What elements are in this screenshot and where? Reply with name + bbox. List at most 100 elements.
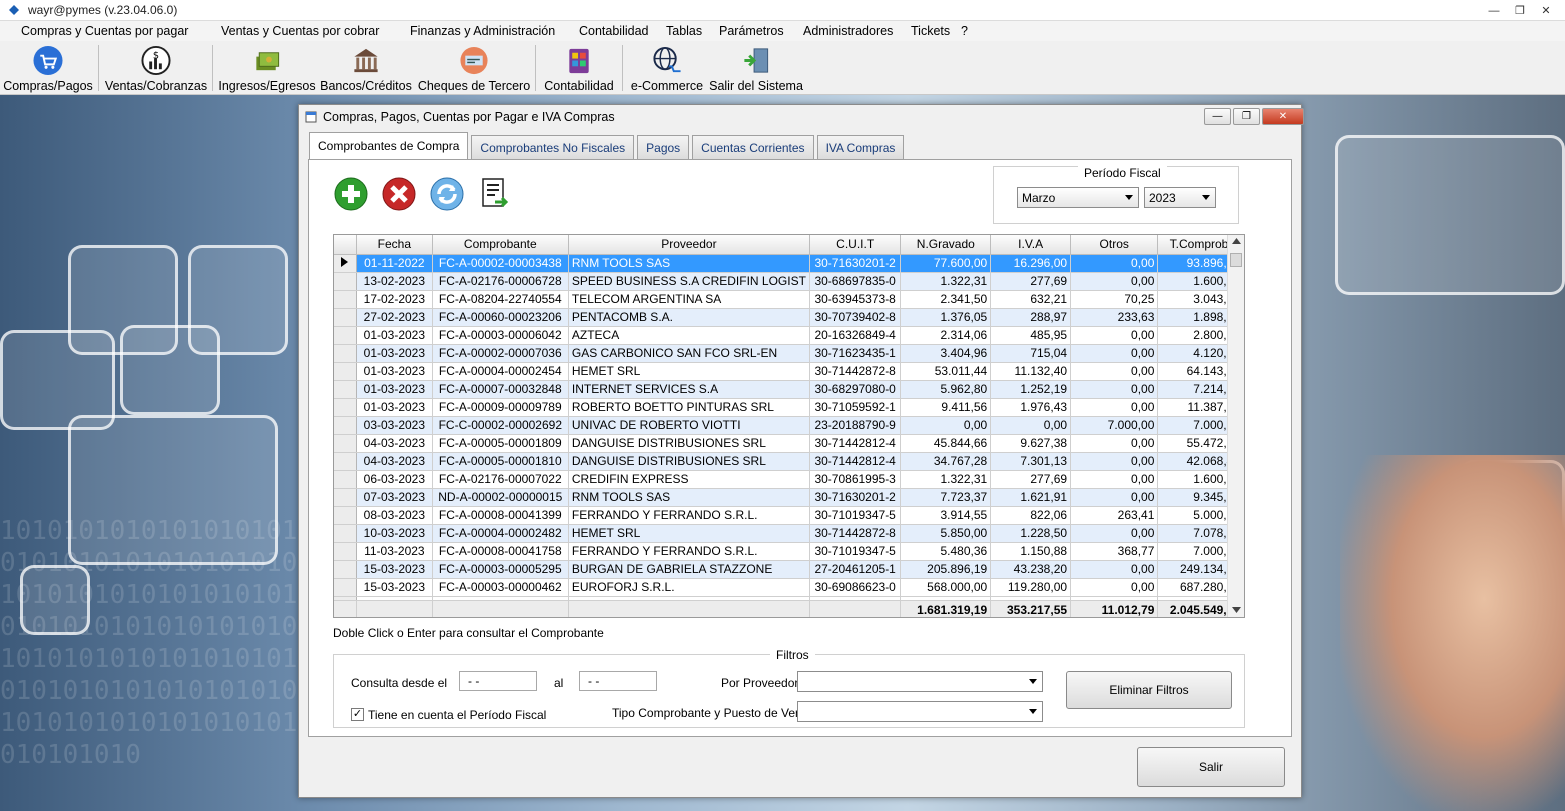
table-cell: 0,00 [1070, 326, 1159, 345]
table-cell: 03-03-2023 [356, 416, 433, 435]
toolbar-bancos-creditos[interactable]: Bancos/Créditos [320, 45, 412, 93]
toolbar-ecommerce[interactable]: e-Commerce [628, 45, 706, 93]
desde-date-input[interactable]: - - [459, 671, 537, 691]
table-row[interactable]: 08-03-2023 FC-A-00008-00041399 FERRANDO Y … [334, 506, 1244, 525]
column-gravado[interactable]: N.Gravado [900, 235, 992, 255]
periodo-fiscal-checkbox[interactable]: ✓ [351, 708, 364, 721]
main-toolbar: Compras/Pagos $ Ventas/Cobranzas Ingreso… [0, 41, 1565, 95]
table-row[interactable]: 04-03-2023 FC-A-00005-00001809 DANGUISE DI… [334, 434, 1244, 453]
table-row[interactable]: 07-03-2023 ND-A-00002-00000015 RNM TOOLS S… [334, 488, 1244, 507]
menu-tickets[interactable]: Tickets [911, 24, 950, 38]
delete-icon[interactable] [381, 176, 417, 212]
menu-administradores[interactable]: Administradores [803, 24, 893, 38]
table-row[interactable]: 01-03-2023 FC-A-00004-00002454 HEMET SRL 30… [334, 362, 1244, 381]
column-otros[interactable]: Otros [1070, 235, 1159, 255]
table-cell: 5.850,00 [900, 524, 992, 543]
table-cell: FERRANDO Y FERRANDO S.R.L. [568, 542, 810, 561]
table-row[interactable]: 06-03-2023 FC-A-02176-00007022 CREDIFIN EX… [334, 470, 1244, 489]
menu-parametros[interactable]: Parámetros [719, 24, 784, 38]
table-cell: 27-20461205-1 [809, 560, 902, 579]
table-row[interactable]: 10-03-2023 FC-A-00004-00002482 HEMET SRL 30… [334, 524, 1244, 543]
table-cell: 45.844,66 [900, 434, 992, 453]
totals-row: 1.681.319,19 353.217,55 11.012,79 2.045.549… [334, 599, 1244, 617]
table-cell: 277,69 [990, 272, 1072, 291]
row-indicator [334, 380, 357, 399]
window-close-button[interactable]: ✕ [1262, 108, 1304, 125]
menu-compras[interactable]: Compras y Cuentas por pagar [21, 24, 188, 38]
table-row[interactable]: 01-03-2023 FC-A-00002-00007036 GAS CARBONI… [334, 344, 1244, 363]
comprobantes-table: Fecha Comprobante Proveedor C.U.I.T N.Gr… [334, 235, 1244, 617]
scrollbar-thumb[interactable] [1230, 253, 1242, 267]
table-cell: 15-03-2023 [356, 560, 433, 579]
table-row[interactable]: 13-02-2023 FC-A-02176-00006728 SPEED BUSIN… [334, 272, 1244, 291]
toolbar-separator [212, 45, 213, 91]
toolbar-contabilidad[interactable]: Contabilidad [541, 45, 617, 93]
menu-finanzas[interactable]: Finanzas y Administración [410, 24, 555, 38]
table-cell: FC-A-02176-00007022 [432, 470, 569, 489]
toolbar-ventas-cobranzas[interactable]: $ Ventas/Cobranzas [105, 45, 207, 93]
comprobantes-grid[interactable]: Fecha Comprobante Proveedor C.U.I.T N.Gr… [333, 234, 1245, 618]
table-row[interactable]: 11-03-2023 FC-A-00008-00041758 FERRANDO Y … [334, 542, 1244, 561]
table-row[interactable]: 27-02-2023 FC-A-00060-00023206 PENTACOMB S… [334, 308, 1244, 327]
anio-select[interactable]: 2023 [1144, 187, 1216, 208]
toolbar-cheques-tercero[interactable]: Cheques de Tercero [418, 45, 530, 93]
app-maximize-button[interactable]: ❐ [1507, 2, 1533, 19]
eliminar-filtros-button[interactable]: Eliminar Filtros [1066, 671, 1232, 709]
table-cell: HEMET SRL [568, 362, 810, 381]
mes-select[interactable]: Marzo [1017, 187, 1139, 208]
menu-help[interactable]: ? [961, 24, 968, 38]
table-row[interactable]: 01-03-2023 FC-A-00003-00006042 AZTECA 20-16… [334, 326, 1244, 345]
column-iva[interactable]: I.V.A [990, 235, 1072, 255]
table-row[interactable]: 01-11-2022 FC-A-00002-00003438 RNM TOOLS S… [334, 254, 1244, 273]
table-row[interactable]: 03-03-2023 FC-C-00002-00002692 UNIVAC DE R… [334, 416, 1244, 435]
table-cell: 01-03-2023 [356, 398, 433, 417]
salir-button[interactable]: Salir [1137, 747, 1285, 787]
table-row[interactable]: 15-03-2023 FC-A-00003-00005295 BURGAN DE G… [334, 560, 1244, 579]
toolbar-compras-pagos[interactable]: Compras/Pagos [3, 45, 93, 93]
table-row[interactable]: 04-03-2023 FC-A-00005-00001810 DANGUISE DI… [334, 452, 1244, 471]
window-restore-button[interactable]: ❐ [1233, 108, 1260, 125]
tab-comprobantes-compra[interactable]: Comprobantes de Compra [309, 132, 469, 159]
row-indicator [334, 326, 357, 345]
column-proveedor[interactable]: Proveedor [568, 235, 810, 255]
scroll-up-icon[interactable] [1232, 238, 1241, 244]
scroll-down-icon[interactable] [1232, 607, 1241, 613]
al-date-input[interactable]: - - [579, 671, 657, 691]
add-icon[interactable] [333, 176, 369, 212]
column-fecha[interactable]: Fecha [356, 235, 433, 255]
table-row[interactable]: 01-03-2023 FC-A-00009-00009789 ROBERTO BOE… [334, 398, 1244, 417]
table-cell: 0,00 [900, 416, 992, 435]
chevron-down-icon [1029, 709, 1037, 714]
table-cell: 30-71019347-5 [809, 506, 902, 525]
table-cell: 119.280,00 [990, 578, 1072, 597]
compras-window: Compras, Pagos, Cuentas por Pagar e IVA … [298, 104, 1304, 798]
table-cell: 0,00 [1070, 272, 1159, 291]
menu-tablas[interactable]: Tablas [666, 24, 702, 38]
row-indicator [334, 452, 357, 471]
table-row[interactable]: 15-03-2023 FC-A-00003-00000462 EUROFORJ S.… [334, 578, 1244, 597]
column-comprobante[interactable]: Comprobante [432, 235, 569, 255]
table-row[interactable]: 01-03-2023 FC-A-00007-00032848 INTERNET SE… [334, 380, 1244, 399]
tab-cuentas-corrientes[interactable]: Cuentas Corrientes [692, 135, 814, 159]
tab-iva-compras[interactable]: IVA Compras [816, 135, 905, 159]
proveedor-select[interactable] [797, 671, 1043, 692]
tipo-comprobante-select[interactable] [797, 701, 1043, 722]
toolbar-salir-sistema[interactable]: Salir del Sistema [709, 45, 803, 93]
table-cell: 277,69 [990, 470, 1072, 489]
table-cell: 288,97 [990, 308, 1072, 327]
app-close-button[interactable]: ✕ [1533, 2, 1559, 19]
grid-vertical-scrollbar[interactable] [1227, 235, 1244, 617]
table-cell: 0,00 [1070, 380, 1159, 399]
column-cuit[interactable]: C.U.I.T [809, 235, 902, 255]
export-icon[interactable] [477, 176, 513, 212]
toolbar-ingresos-egresos[interactable]: Ingresos/Egresos [218, 45, 316, 93]
menu-ventas[interactable]: Ventas y Cuentas por cobrar [221, 24, 379, 38]
tab-pagos[interactable]: Pagos [637, 135, 690, 159]
table-row[interactable]: 17-02-2023 FC-A-08204-22740554 TELECOM ARG… [334, 290, 1244, 309]
desde-label: Consulta desde el [351, 676, 448, 690]
refresh-icon[interactable] [429, 176, 465, 212]
tab-comprobantes-no-fiscales[interactable]: Comprobantes No Fiscales [471, 135, 635, 159]
menu-contabilidad[interactable]: Contabilidad [579, 24, 649, 38]
app-minimize-button[interactable]: — [1481, 2, 1507, 19]
window-minimize-button[interactable]: — [1204, 108, 1231, 125]
